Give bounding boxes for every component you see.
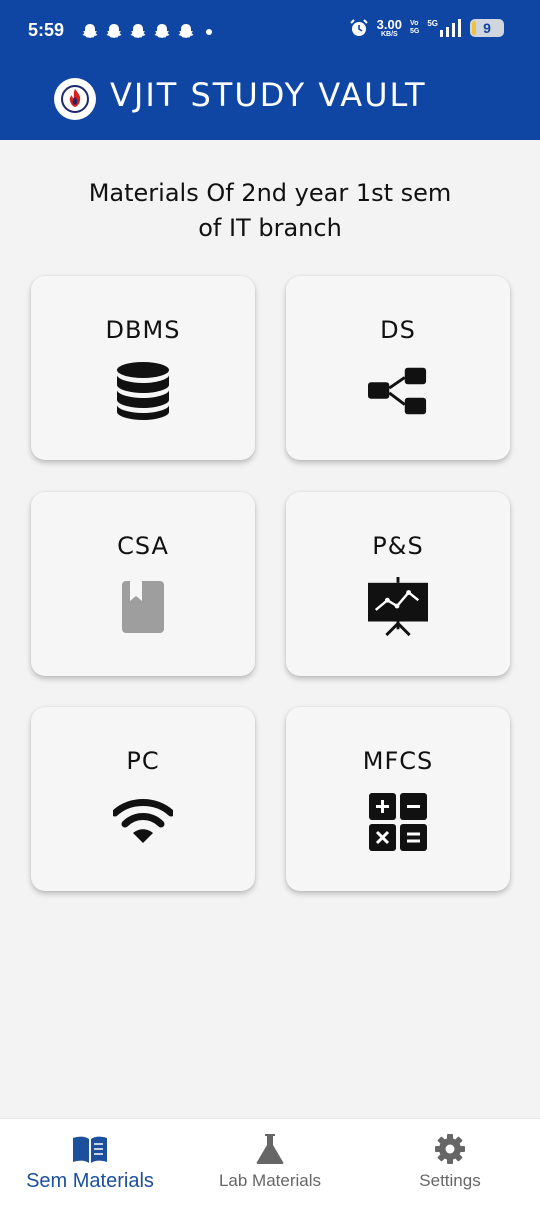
nav-label: Settings	[419, 1171, 481, 1190]
nav-label: Lab Materials	[218, 1171, 322, 1190]
battery-indicator: 9	[470, 19, 504, 37]
subject-label: P&S	[372, 532, 424, 560]
calculator-icon	[368, 791, 428, 853]
app-bar: VJIT STUDY VAULT	[0, 76, 540, 122]
more-notifications-dot	[206, 29, 212, 35]
subject-card-pc[interactable]: PC	[31, 707, 255, 891]
subject-card-dbms[interactable]: DBMS	[31, 276, 255, 460]
status-time: 5:59	[28, 20, 65, 40]
nav-sem-materials[interactable]: Sem Materials	[0, 1119, 180, 1206]
flask-icon	[252, 1133, 288, 1165]
nav-label: Sem Materials	[26, 1170, 154, 1192]
gear-icon	[432, 1133, 468, 1165]
snapchat-icon	[130, 24, 146, 38]
volte-indicator: Vo 5G	[409, 20, 420, 35]
book-icon	[113, 576, 173, 638]
subject-card-csa[interactable]: CSA	[31, 492, 255, 676]
subject-label: CSA	[117, 532, 169, 560]
status-bar: 5:59 3.00 KB/S Vo 5G 5G 9	[0, 14, 540, 50]
app-title: VJIT STUDY VAULT	[110, 76, 427, 114]
subject-label: PC	[126, 747, 160, 775]
open-book-icon	[72, 1133, 108, 1165]
nav-settings[interactable]: Settings	[360, 1119, 540, 1206]
share-nodes-icon	[368, 360, 428, 422]
heading-line-2: of IT branch	[198, 214, 342, 242]
notification-icons	[80, 22, 212, 42]
subject-card-mfcs[interactable]: MFCS	[286, 707, 510, 891]
flame-icon	[61, 85, 89, 113]
subject-card-ds[interactable]: DS	[286, 276, 510, 460]
alarm-icon	[349, 19, 368, 36]
heading-line-1: Materials Of 2nd year 1st sem	[88, 179, 452, 207]
net-speed: 3.00 KB/S	[376, 17, 402, 38]
vjit-logo	[54, 78, 96, 120]
subject-label: DBMS	[105, 316, 181, 344]
header: 5:59 3.00 KB/S Vo 5G 5G 9 VJIT STUDY VAU…	[0, 0, 540, 140]
wifi-icon	[113, 791, 173, 853]
snapchat-icon	[82, 24, 98, 38]
subject-label: MFCS	[362, 747, 434, 775]
status-indicators: 3.00 KB/S Vo 5G 5G 9	[349, 18, 504, 38]
bottom-navigation: Sem Materials Lab Materials Settings	[0, 1118, 540, 1206]
subject-label: DS	[380, 316, 416, 344]
nav-lab-materials[interactable]: Lab Materials	[180, 1119, 360, 1206]
subject-card-ps[interactable]: P&S	[286, 492, 510, 676]
snapchat-icon	[178, 24, 194, 38]
database-icon	[113, 360, 173, 422]
chart-presentation-icon	[368, 576, 428, 638]
snapchat-icon	[106, 24, 122, 38]
network-type: 5G	[427, 19, 438, 28]
page-heading: Materials Of 2nd year 1st sem of IT bran…	[40, 176, 500, 246]
snapchat-icon	[154, 24, 170, 38]
signal-icon	[440, 19, 461, 37]
